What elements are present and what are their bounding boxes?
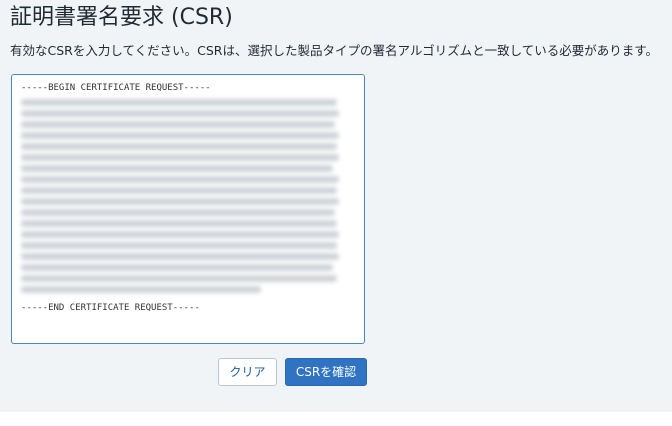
redacted-line xyxy=(21,187,337,194)
redacted-line xyxy=(21,242,337,249)
redacted-line xyxy=(21,110,339,117)
redacted-line xyxy=(21,154,339,161)
redacted-line xyxy=(21,264,333,271)
redacted-line xyxy=(21,231,339,238)
redacted-line xyxy=(21,286,261,293)
redacted-line xyxy=(21,99,337,106)
csr-end-line: -----END CERTIFICATE REQUEST----- xyxy=(21,303,200,313)
csr-textarea[interactable]: -----BEGIN CERTIFICATE REQUEST----- ----… xyxy=(11,74,365,344)
redacted-line xyxy=(21,121,335,128)
redacted-line xyxy=(21,143,337,150)
redacted-line xyxy=(21,220,337,227)
page-title: 証明書署名要求 (CSR) xyxy=(10,5,233,30)
redacted-line xyxy=(21,176,339,183)
confirm-csr-button[interactable]: CSRを確認 xyxy=(285,358,367,386)
redacted-line xyxy=(21,209,335,216)
redacted-line xyxy=(21,253,339,260)
csr-begin-line: -----BEGIN CERTIFICATE REQUEST----- xyxy=(21,83,211,93)
redacted-line xyxy=(21,198,339,205)
csr-content-blurred xyxy=(21,97,347,295)
redacted-line xyxy=(21,165,333,172)
clear-button[interactable]: クリア xyxy=(218,358,277,386)
csr-panel: 証明書署名要求 (CSR) 有効なCSRを入力してください。CSRは、選択した製… xyxy=(0,0,672,412)
instruction-text: 有効なCSRを入力してください。CSRは、選択した製品タイプの署名アルゴリズムと… xyxy=(10,43,658,58)
redacted-line xyxy=(21,132,339,139)
redacted-line xyxy=(21,275,337,282)
